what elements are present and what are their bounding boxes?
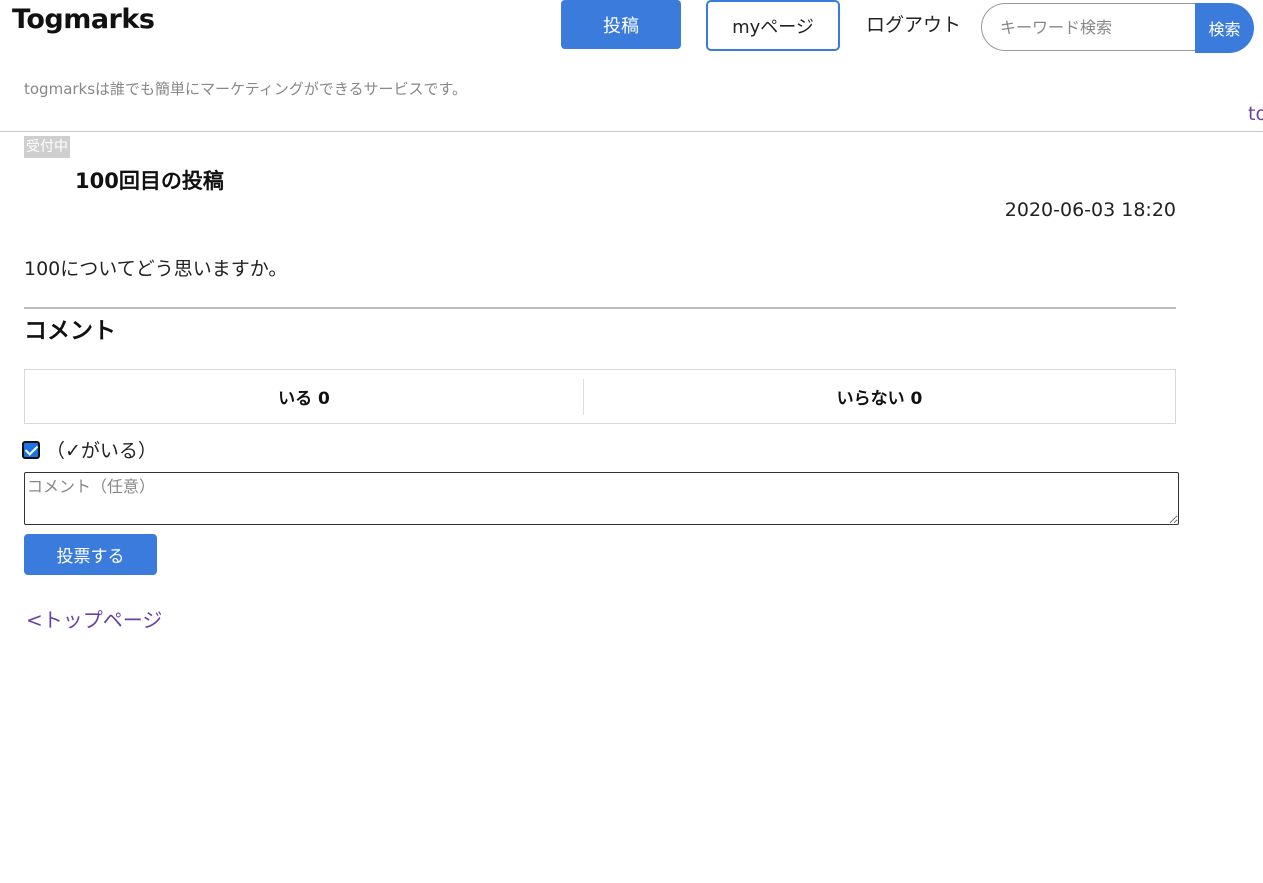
status-badge: 受付中 — [24, 136, 70, 158]
search-button[interactable]: 検索 — [1195, 3, 1254, 53]
page: Togmarks 投稿 myページ ログアウト 検索 togmarksは誰でも簡… — [0, 0, 1263, 883]
section-divider — [24, 307, 1176, 309]
back-to-top-link[interactable]: <トップページ — [26, 604, 162, 633]
vote-no-count: いらない 0 — [836, 389, 923, 409]
vote-checkbox[interactable] — [22, 440, 40, 459]
comments-heading: コメント — [24, 318, 116, 344]
comment-field[interactable] — [24, 472, 1179, 525]
mypage-button[interactable]: myページ — [706, 0, 840, 51]
vote-submit-button[interactable]: 投票する — [24, 534, 157, 575]
logout-link[interactable]: ログアウト — [866, 10, 961, 37]
post-title: 100回目の投稿 — [75, 169, 224, 193]
post-body: 100についてどう思いますか。 — [24, 258, 288, 280]
vote-checkbox-row[interactable]: （✓がいる） — [22, 436, 157, 463]
site-logo[interactable]: Togmarks — [12, 4, 155, 35]
header-divider — [0, 131, 1263, 132]
vote-tally: いる 0 いらない 0 — [24, 369, 1176, 424]
corner-link[interactable]: to — [1248, 103, 1263, 125]
post-button[interactable]: 投稿 — [561, 0, 681, 49]
search-form: 検索 — [981, 3, 1254, 53]
vote-checkbox-label: （✓がいる） — [46, 440, 157, 462]
post-date: 2020-06-03 18:20 — [1004, 199, 1176, 221]
search-input[interactable] — [981, 3, 1217, 51]
site-tagline: togmarksは誰でも簡単にマーケティングができるサービスです。 — [24, 80, 468, 98]
vote-yes-count: いる 0 — [278, 389, 330, 409]
